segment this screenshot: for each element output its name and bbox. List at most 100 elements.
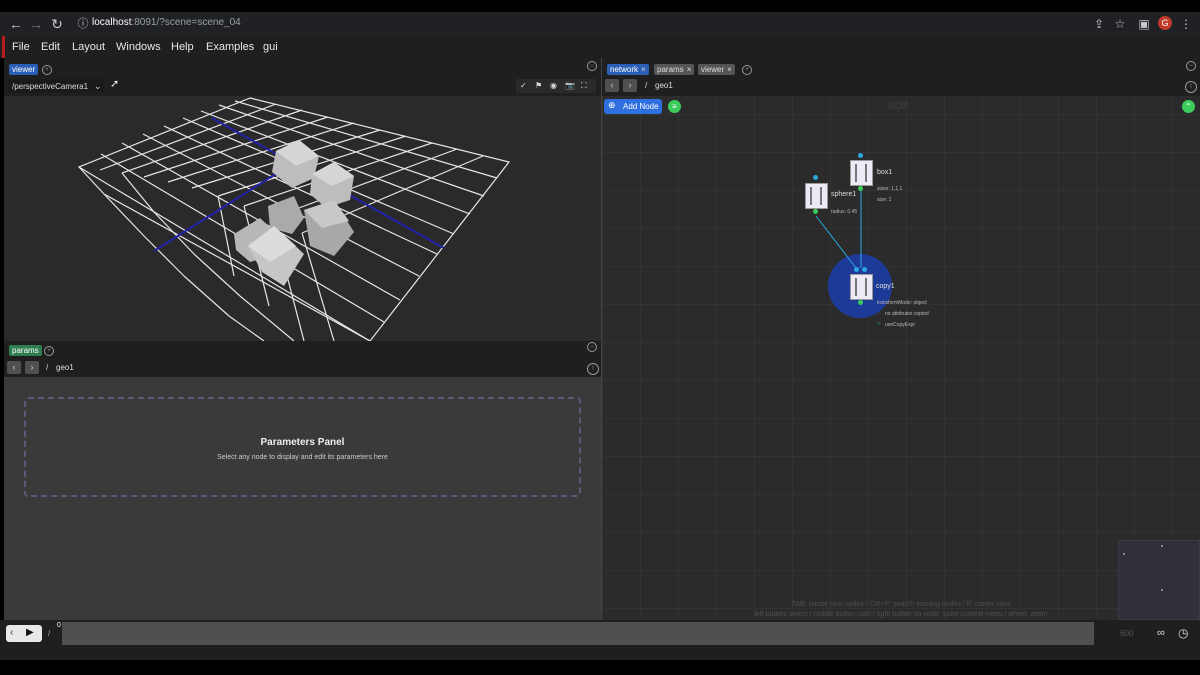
play-icon[interactable]: ▶ (26, 627, 34, 638)
step-back-icon[interactable]: ‹ (10, 627, 13, 638)
fullscreen-icon[interactable]: ⛶ (581, 81, 587, 91)
panel-options-icon[interactable]: − (587, 61, 597, 71)
panel-options-icon[interactable]: − (587, 342, 597, 352)
address-bar[interactable]: localhost:8091/?scene=scene_04 (92, 17, 241, 28)
menu-gui[interactable]: gui (263, 41, 278, 53)
add-tab-icon[interactable]: + (44, 346, 54, 356)
info-icon[interactable]: ! (1185, 81, 1197, 93)
box1-output-port[interactable] (858, 186, 863, 191)
node-box1[interactable] (850, 160, 873, 186)
list-icon[interactable]: ≡ (668, 100, 681, 113)
url-host: localhost (92, 17, 132, 28)
tab-viewer-2[interactable]: viewer × (698, 64, 735, 75)
tab-viewer[interactable]: viewer (9, 64, 39, 75)
end-frame[interactable]: 600 (1120, 629, 1133, 638)
menu-examples[interactable]: Examples (206, 41, 254, 53)
chevron-down-icon: ⌄ (94, 81, 102, 91)
node-icon-bar (855, 164, 857, 182)
help-line-1: TAB: create new nodes / Ctrl+P: search e… (791, 601, 1011, 608)
tab-params-2[interactable]: params × (654, 64, 695, 75)
forward-icon[interactable]: → (27, 15, 45, 33)
plus-circle-icon: ⊕ (608, 100, 616, 110)
back-icon[interactable]: ← (7, 15, 25, 33)
back-button[interactable]: ‹ (605, 79, 619, 92)
forward-button[interactable]: › (25, 361, 39, 374)
params-panel-hint: Select any node to display and edit its … (217, 454, 388, 461)
reload-icon[interactable]: ↻ (48, 15, 66, 33)
params-panel-title: Parameters Panel (260, 437, 345, 448)
node-icon-bar (820, 187, 822, 205)
box1-input-port[interactable] (858, 153, 863, 158)
params-header (4, 341, 601, 377)
help-line-2: left button: select / middle button: pan… (754, 611, 1048, 618)
3d-viewport[interactable] (4, 96, 601, 342)
back-button[interactable]: ‹ (7, 361, 21, 374)
menu-windows[interactable]: Windows (116, 41, 161, 53)
star-icon[interactable]: ☆ (1112, 15, 1128, 33)
copy1-input-port-0[interactable] (854, 267, 859, 272)
checkbox-icon[interactable]: ○ (877, 321, 881, 327)
add-node-label: Add Node (623, 102, 659, 111)
share-icon[interactable]: ⇪ (1091, 15, 1107, 33)
menu-edit[interactable]: Edit (41, 41, 60, 53)
info-icon[interactable]: ! (587, 363, 599, 375)
sphere1-output-port[interactable] (813, 209, 818, 214)
node-copy1[interactable] (850, 274, 873, 300)
add-tab-icon[interactable]: + (742, 65, 752, 75)
timeline-scrubber[interactable] (62, 622, 1094, 645)
node-icon-bar (865, 164, 867, 182)
close-icon[interactable]: × (687, 65, 692, 74)
panel-options-icon[interactable]: − (1186, 61, 1196, 71)
node-sphere1-name: sphere1 (831, 191, 857, 198)
tab-params[interactable]: params (9, 345, 42, 356)
node-connections (815, 188, 892, 318)
copy1-input-port-1[interactable] (862, 267, 867, 272)
forward-button[interactable]: › (623, 79, 637, 92)
add-tab-icon[interactable]: + (42, 65, 52, 75)
camera-select-value: /perspectiveCamera1 (12, 82, 89, 91)
path-separator: / (645, 81, 648, 90)
menu-file[interactable]: File (12, 41, 30, 53)
viewer-toolbar: ✓ ⚑ ◉ 📷 ⛶ (516, 79, 596, 93)
menu-help[interactable]: Help (171, 41, 194, 53)
playback-controls: ‹ ▶ (6, 625, 42, 642)
flag-icon[interactable]: ⚑ (535, 81, 542, 90)
close-icon[interactable]: × (641, 65, 646, 74)
node-copy1-param: transformMode: object (877, 300, 927, 306)
dash-icon: - (879, 311, 881, 317)
tab-network[interactable]: network × (607, 64, 649, 75)
check-icon[interactable]: ✓ (520, 81, 527, 90)
infinity-icon[interactable]: ∞ (1157, 627, 1165, 639)
tab-network-label: network (610, 65, 639, 74)
node-icon-bar (865, 278, 867, 296)
connection-sphere-copy (815, 215, 857, 269)
close-icon[interactable]: × (727, 65, 732, 74)
camera-icon[interactable]: 📷 (565, 81, 575, 90)
network-editor[interactable] (602, 96, 1200, 620)
params-path[interactable]: geo1 (56, 363, 74, 372)
browser-menu-icon[interactable]: ⋮ (1178, 15, 1194, 33)
menu-layout[interactable]: Layout (72, 41, 105, 53)
camera-select[interactable]: /perspectiveCamera1 ⌄ (8, 79, 104, 93)
site-info-icon[interactable]: ⓘ (74, 15, 92, 33)
sphere1-input-port[interactable] (813, 175, 818, 180)
minimap-dot (1161, 545, 1163, 547)
copy1-output-port[interactable] (858, 300, 863, 305)
clock-icon[interactable]: ◷ (1178, 626, 1188, 640)
network-minimap[interactable] (1118, 540, 1200, 620)
network-path[interactable]: geo1 (655, 81, 673, 90)
node-box1-name: box1 (877, 169, 893, 176)
add-node-button[interactable]: ⊕ Add Node (604, 99, 662, 114)
sidebar-icon[interactable]: ▣ (1136, 15, 1152, 33)
chevron-up-icon[interactable]: ⌃ (1182, 100, 1195, 113)
node-icon-bar (810, 187, 812, 205)
viewport-scene (77, 97, 511, 342)
context-label: SOP (888, 101, 910, 112)
avatar[interactable]: G (1158, 16, 1172, 30)
menubar: File Edit Layout Windows Help Examples g… (0, 36, 1200, 58)
node-sphere1[interactable] (805, 183, 828, 209)
record-icon[interactable]: ◉ (550, 81, 557, 90)
url-path: :8091/?scene=scene_04 (131, 17, 241, 28)
node-icon-bar (855, 278, 857, 296)
node-copy1-param: no attributes copied (885, 311, 929, 317)
